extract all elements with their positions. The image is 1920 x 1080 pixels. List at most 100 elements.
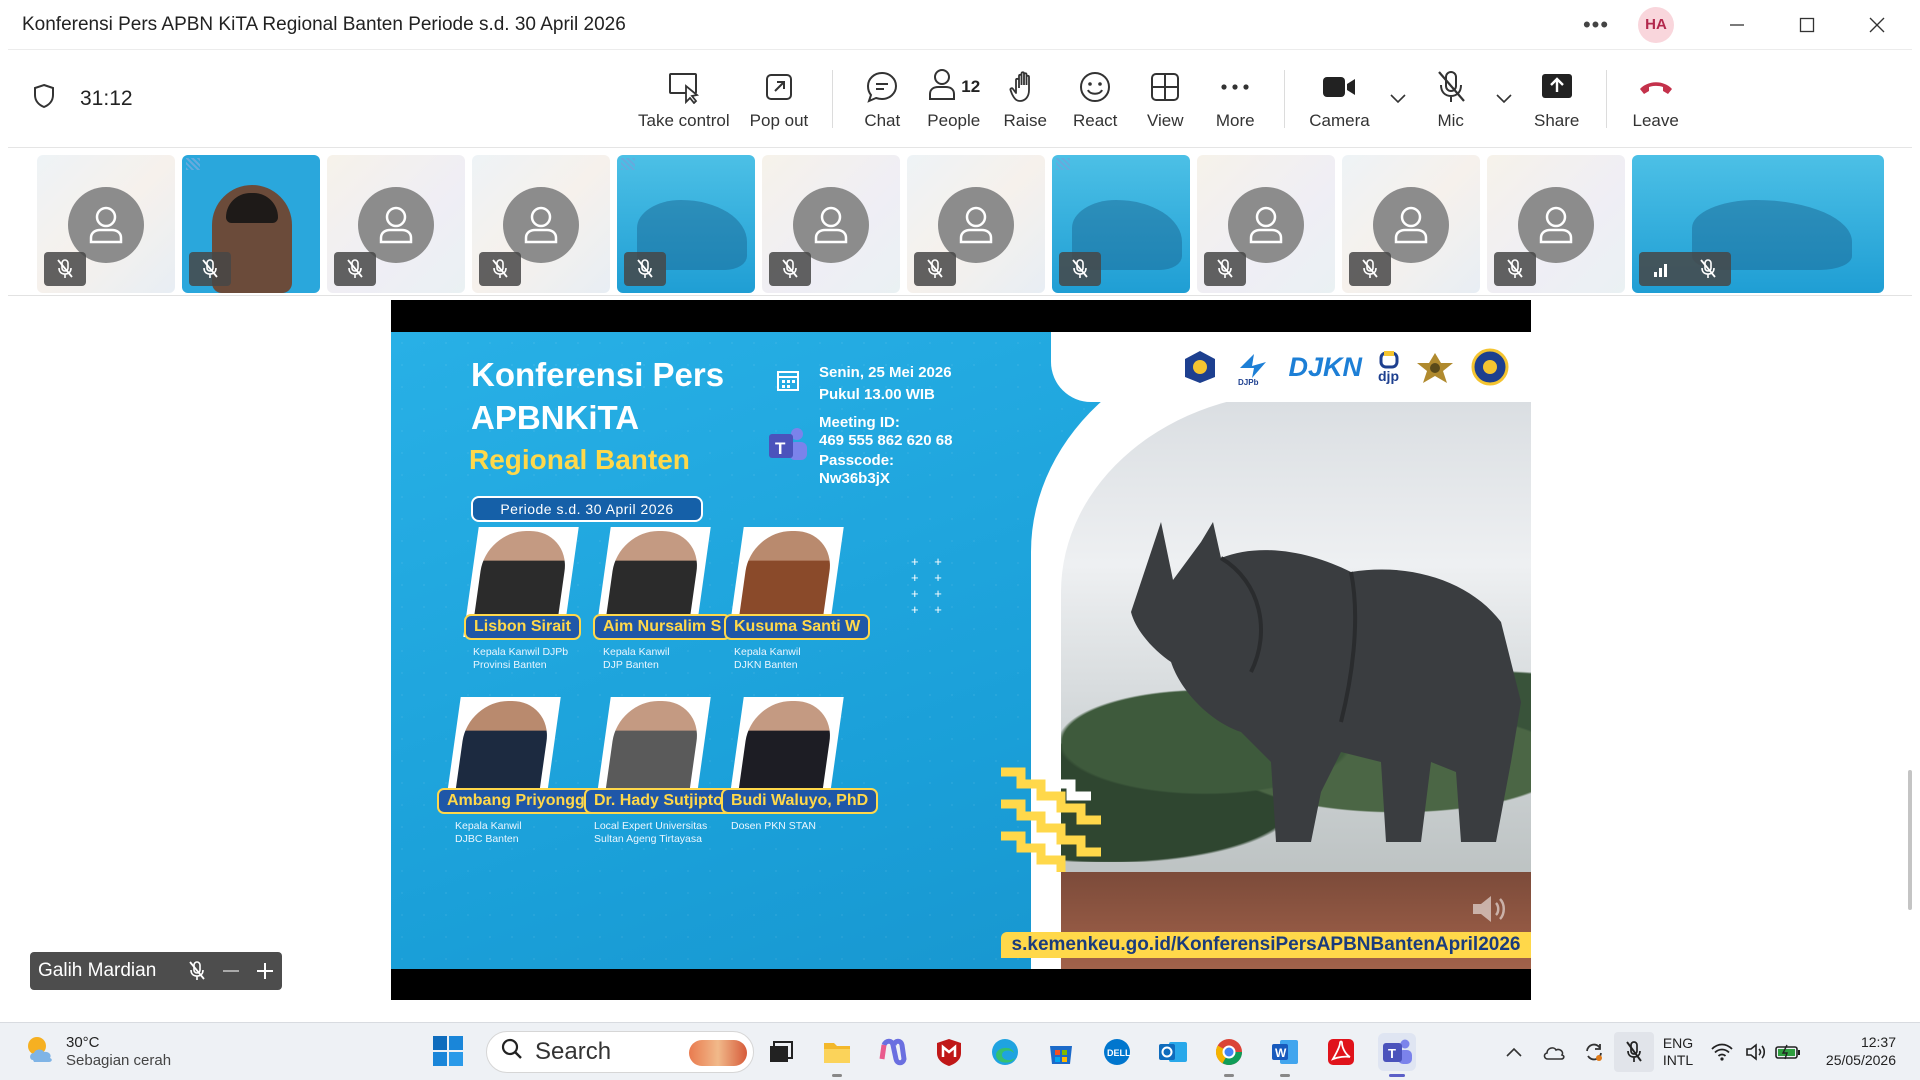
more-button[interactable]: More	[1200, 50, 1270, 147]
mic-muted-icon	[479, 252, 521, 286]
mcafee-icon[interactable]	[930, 1033, 968, 1071]
participant-tile[interactable]	[327, 155, 465, 293]
mic-muted-icon	[334, 252, 376, 286]
file-explorer-icon[interactable]	[818, 1033, 856, 1077]
speaker-role: Kepala Kanwil DJKN Banten	[734, 646, 801, 671]
participant-tile-screen[interactable]	[617, 155, 755, 293]
raise-label: Raise	[1003, 110, 1047, 130]
svg-text:W: W	[1275, 1046, 1287, 1060]
word-icon[interactable]: W	[1266, 1033, 1304, 1077]
mic-muted-icon	[44, 252, 86, 286]
minimize-button[interactable]	[1702, 0, 1772, 50]
speaker-role: Local Expert Universitas Sultan Ageng Tir…	[594, 820, 708, 845]
outlook-icon[interactable]	[1154, 1033, 1192, 1071]
participant-tile[interactable]	[1487, 155, 1625, 293]
task-view-icon[interactable]	[762, 1033, 800, 1071]
microsoft-store-icon[interactable]	[1042, 1033, 1080, 1071]
take-control-button[interactable]: Take control	[628, 50, 740, 147]
mic-muted-icon	[769, 252, 811, 286]
close-button[interactable]	[1842, 0, 1912, 50]
participant-tile[interactable]	[762, 155, 900, 293]
copilot-icon[interactable]	[874, 1033, 912, 1071]
participant-tile[interactable]	[472, 155, 610, 293]
mic-label: Mic	[1437, 110, 1464, 130]
search-highlight-image	[689, 1040, 747, 1066]
mic-muted-icon	[1494, 252, 1536, 286]
people-label: People	[927, 110, 981, 130]
self-name: Galih Mardian	[38, 960, 157, 981]
self-view-nametag[interactable]: Galih Mardian	[30, 952, 282, 990]
camera-button[interactable]: Camera	[1299, 50, 1379, 147]
maximize-button[interactable]	[1772, 0, 1842, 50]
mic-muted-icon	[189, 252, 231, 286]
slide-date: Senin, 25 Mei 2026	[819, 364, 952, 381]
mic-button[interactable]: Mic	[1416, 50, 1486, 147]
user-avatar[interactable]: HA	[1638, 6, 1674, 43]
input-language[interactable]: ENG INTL	[1654, 1035, 1702, 1069]
clock-date: 25/05/2026	[1825, 1052, 1896, 1068]
chat-label: Chat	[864, 110, 901, 130]
kemenkeu-logo-icon	[1182, 349, 1218, 385]
pop-out-button[interactable]: Pop out	[740, 50, 819, 147]
shared-content-stage: DJPb DJKN djp Konferensi Pers APBNKiTA R…	[8, 296, 1912, 1022]
volume-icon[interactable]	[1742, 1043, 1770, 1061]
mic-off-icon	[1435, 67, 1467, 107]
windows-start-icon[interactable]	[432, 1035, 464, 1072]
chat-button[interactable]: Chat	[847, 50, 917, 147]
vertical-scrollbar[interactable]	[1908, 770, 1912, 910]
partly-sunny-icon	[24, 1034, 58, 1069]
plus-icon[interactable]	[248, 962, 282, 980]
participant-tile[interactable]	[1197, 155, 1335, 293]
edge-browser-icon[interactable]	[986, 1033, 1024, 1071]
pop-out-label: Pop out	[749, 110, 809, 130]
mic-muted-tray-icon[interactable]	[1614, 1032, 1654, 1072]
grid-view-icon	[1149, 67, 1181, 107]
leave-button[interactable]: Leave	[1621, 50, 1691, 147]
take-control-icon	[667, 67, 701, 107]
onedrive-cloud-icon[interactable]	[1534, 1044, 1574, 1060]
mic-options-chevron-down-icon[interactable]	[1486, 50, 1522, 147]
more-label: More	[1215, 110, 1255, 130]
participant-strip	[8, 150, 1912, 296]
share-button[interactable]: Share	[1522, 50, 1592, 147]
raise-hand-icon	[1009, 67, 1041, 107]
more-options-icon[interactable]: •••	[1568, 12, 1624, 38]
meeting-timer: 31:12	[80, 86, 133, 110]
speaker-name: Dr. Hady Sutjipto	[584, 788, 733, 814]
slide-title-line2: APBNKiTA	[471, 399, 640, 436]
taskbar-search[interactable]: Search	[486, 1031, 754, 1073]
raise-hand-button[interactable]: Raise	[990, 50, 1060, 147]
title-bar: Konferensi Pers APBN KiTA Regional Bante…	[8, 0, 1912, 50]
participant-tile[interactable]	[1342, 155, 1480, 293]
participant-tile-presenter[interactable]	[1632, 155, 1884, 293]
teams-icon[interactable]: T	[1378, 1033, 1416, 1077]
participant-tile-screen[interactable]	[1052, 155, 1190, 293]
react-button[interactable]: React	[1060, 50, 1130, 147]
view-button[interactable]: View	[1130, 50, 1200, 147]
search-label: Search	[535, 1038, 612, 1065]
bea-cukai-logo-icon	[1415, 349, 1455, 385]
speaking-indicator	[1639, 252, 1731, 286]
slide-time: Pukul 13.00 WIB	[819, 386, 935, 403]
participant-tile[interactable]	[37, 155, 175, 293]
shield-icon[interactable]	[32, 83, 56, 114]
shared-slide: DJPb DJKN djp Konferensi Pers APBNKiTA R…	[391, 300, 1531, 1000]
participant-tile-video[interactable]	[182, 155, 320, 293]
participant-tile[interactable]	[907, 155, 1045, 293]
acrobat-icon[interactable]	[1322, 1033, 1360, 1071]
dell-icon[interactable]: DELL	[1098, 1033, 1136, 1071]
chevron-up-icon[interactable]	[1494, 1047, 1534, 1057]
weather-widget[interactable]: 30°C Sebagian cerah	[0, 1034, 420, 1070]
taskbar-clock[interactable]: 12:37 25/05/2026	[1800, 1033, 1896, 1069]
system-tray: ENG INTL	[1494, 1023, 1806, 1080]
camera-options-chevron-down-icon[interactable]	[1380, 50, 1416, 147]
people-button[interactable]: 12 People	[917, 50, 990, 147]
wifi-icon[interactable]	[1702, 1043, 1742, 1061]
chrome-icon[interactable]	[1210, 1033, 1248, 1077]
speaker-name: Budi Waluyo, PhD	[721, 788, 879, 814]
sync-icon[interactable]	[1574, 1041, 1614, 1063]
mic-muted-icon	[914, 252, 956, 286]
minus-icon[interactable]	[214, 969, 248, 973]
mic-muted-icon[interactable]	[180, 961, 214, 981]
slide-title-line3: Regional Banten	[469, 444, 690, 475]
